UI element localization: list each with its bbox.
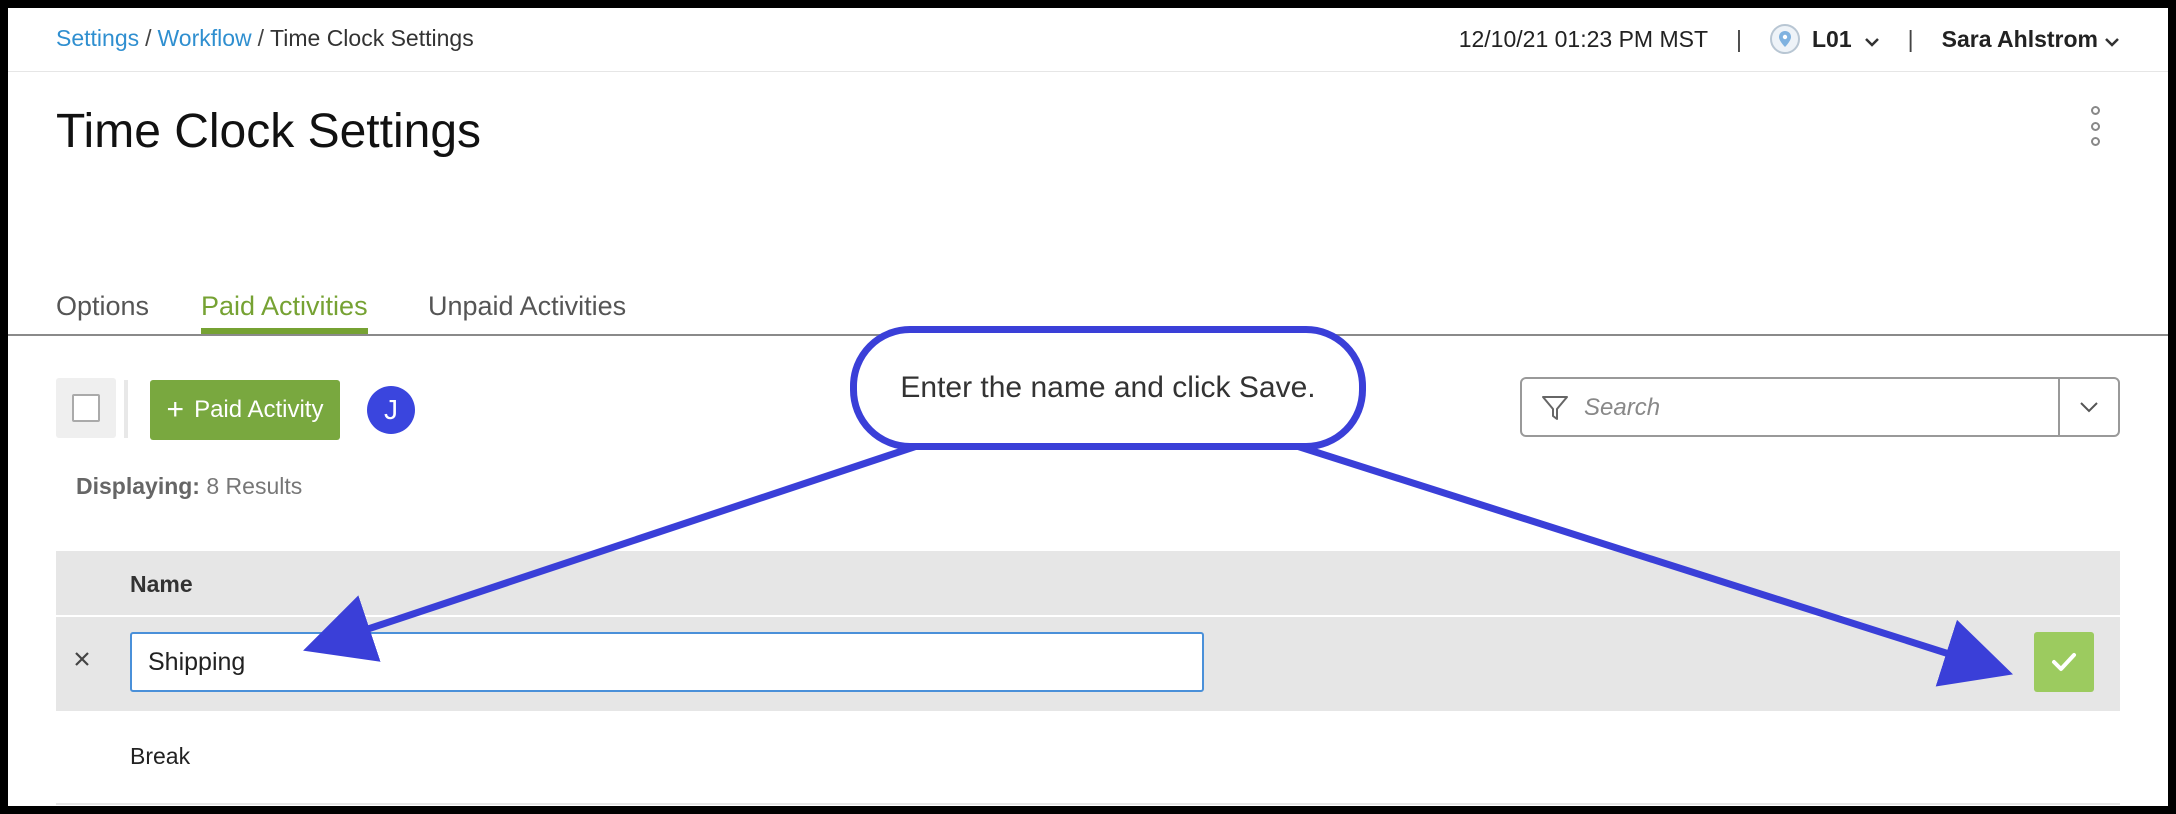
breadcrumb-separator: / — [257, 25, 265, 51]
more-options-icon[interactable] — [2088, 106, 2102, 146]
activity-name-cell: Break — [130, 743, 191, 769]
chevron-down-icon — [1864, 26, 1880, 53]
header-divider: | — [1736, 25, 1742, 52]
add-paid-activity-button[interactable]: + Paid Activity — [150, 380, 340, 440]
header-right: 12/10/21 01:23 PM MST | L01 | Sara Ahlst… — [1459, 24, 2120, 54]
location-selector[interactable]: L01 — [1770, 24, 1880, 54]
table-row-editing — [56, 617, 2120, 711]
top-bar: Settings / Workflow / Time Clock Settings 12… — [8, 8, 2168, 72]
table-row[interactable]: Break — [56, 713, 2120, 805]
plus-icon: + — [166, 393, 185, 426]
toolbar-divider — [124, 380, 128, 438]
select-all-checkbox[interactable] — [56, 378, 116, 438]
search-input[interactable] — [1584, 389, 1984, 427]
header-datetime: 12/10/21 01:23 PM MST — [1458, 25, 1709, 52]
user-name: Sara Ahlstrom — [1941, 25, 2098, 52]
results-label: Displaying: — [76, 473, 200, 499]
results-value: 8 Results — [206, 473, 303, 499]
breadcrumb-separator: / — [145, 25, 152, 51]
breadcrumb-settings-link[interactable]: Settings — [56, 25, 139, 51]
annotation-callout: Enter the name and click Save. — [850, 326, 1366, 450]
column-header-name[interactable]: Name — [130, 571, 193, 598]
location-code: L01 — [1812, 25, 1852, 52]
app-frame: Settings / Workflow / Time Clock Settings 12… — [8, 8, 2168, 806]
avatar: J — [367, 386, 415, 434]
filter-icon — [1540, 393, 1570, 428]
annotation-text: Enter the name and click Save. — [900, 371, 1316, 404]
tab-options[interactable]: Options — [56, 291, 149, 334]
tab-unpaid-activities[interactable]: Unpaid Activities — [428, 291, 626, 334]
close-icon[interactable] — [70, 647, 94, 671]
checkbox-box — [72, 394, 100, 422]
user-menu[interactable]: Sara Ahlstrom — [1942, 26, 2120, 53]
page-title: Time Clock Settings — [56, 105, 482, 158]
breadcrumb-current: Time Clock Settings — [270, 25, 474, 51]
checkmark-icon — [2052, 653, 2076, 671]
header-divider: | — [1907, 25, 1914, 52]
add-paid-activity-label: Paid Activity — [194, 396, 324, 423]
breadcrumb-workflow-link[interactable]: Workflow — [158, 25, 252, 51]
table-header: Name — [56, 551, 2120, 615]
results-count: Displaying: 8 Results — [76, 473, 302, 500]
location-pin-icon — [1770, 24, 1800, 54]
save-button[interactable] — [2034, 632, 2094, 692]
chevron-down-icon — [2080, 402, 2098, 413]
search-dropdown-toggle[interactable] — [2058, 379, 2118, 435]
search-box — [1520, 377, 2120, 437]
breadcrumb: Settings / Workflow / Time Clock Settings — [56, 25, 474, 52]
tab-paid-activities[interactable]: Paid Activities — [201, 291, 368, 334]
chevron-down-icon — [2104, 26, 2120, 53]
activity-name-input[interactable] — [130, 632, 1204, 692]
